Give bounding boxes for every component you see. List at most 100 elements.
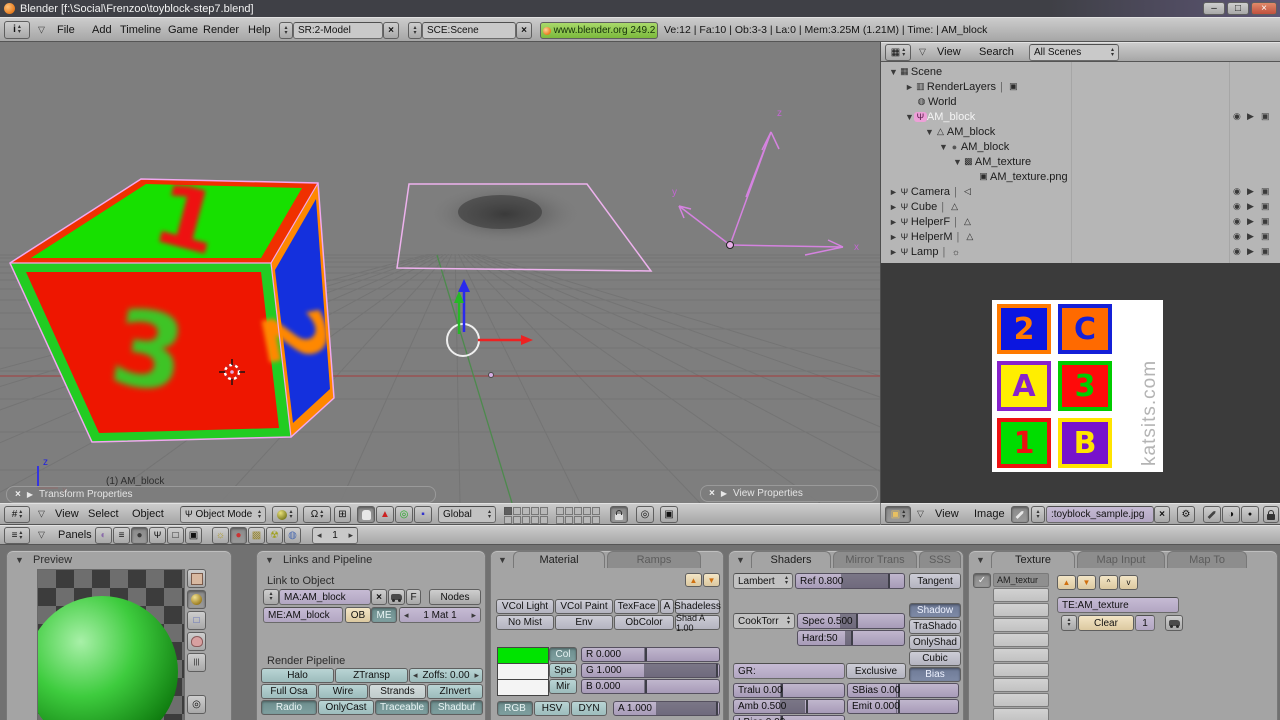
- expand-icon[interactable]: ▼: [939, 142, 948, 152]
- blender-org-button[interactable]: www.blender.org 249.2: [540, 22, 658, 39]
- preview-sphere-button[interactable]: [187, 590, 206, 609]
- collapse-icon[interactable]: ►: [889, 202, 898, 212]
- outliner-row-am-texture[interactable]: ▼ ▩ AM_texture: [881, 154, 1280, 169]
- proportional-edit-button[interactable]: ◎: [636, 506, 654, 523]
- col-button[interactable]: Col: [549, 647, 577, 662]
- collapse-icon[interactable]: ►: [889, 217, 898, 227]
- mode-dropdown[interactable]: Ψ Object Mode ▴▾: [180, 506, 266, 523]
- exclusive-button[interactable]: Exclusive: [846, 663, 906, 679]
- render-preview-button[interactable]: ▣: [660, 506, 678, 523]
- tralu-slider[interactable]: Tralu 0.00: [733, 683, 845, 698]
- lock-layers-button[interactable]: [610, 506, 628, 523]
- texture-paste-button[interactable]: ▼: [1077, 575, 1096, 590]
- scenes-filter-dropdown[interactable]: All Scenes ▴▾: [1029, 44, 1119, 61]
- image-editor-type-button[interactable]: ▣ ▴▾: [885, 506, 911, 523]
- close-button[interactable]: ×: [1251, 2, 1277, 15]
- menu-file[interactable]: File: [57, 24, 75, 36]
- scene-delete-button[interactable]: ×: [516, 22, 532, 39]
- image-editor[interactable]: 2 C A 3 1 B katsits.com: [881, 263, 1280, 503]
- preview-cube-button[interactable]: □: [187, 611, 206, 630]
- manipulator-scale-button[interactable]: ▪: [414, 506, 432, 523]
- menu-view[interactable]: View: [937, 46, 961, 58]
- vcol-light-button[interactable]: VCol Light: [496, 599, 554, 614]
- texture-subcontext-button[interactable]: ▩: [248, 527, 265, 544]
- preview-monkey-button[interactable]: [187, 632, 206, 651]
- image-name-field[interactable]: :toyblock_sample.jpg: [1046, 506, 1154, 523]
- onlyshad-button[interactable]: OnlyShad: [909, 635, 961, 650]
- no-mist-button[interactable]: No Mist: [496, 615, 554, 630]
- texture-slot-3[interactable]: [993, 603, 1049, 617]
- me-button[interactable]: ME: [371, 607, 397, 623]
- header-collapse-icon[interactable]: ▽: [919, 47, 926, 58]
- world-subcontext-button[interactable]: ◍: [284, 527, 301, 544]
- uv-lock-button[interactable]: [1263, 506, 1279, 523]
- eye-icon[interactable]: ◉: [1233, 246, 1241, 257]
- window-type-button[interactable]: i ▴▾: [4, 21, 30, 39]
- expand-icon[interactable]: ▼: [905, 112, 914, 122]
- layer-grid-left[interactable]: [504, 507, 548, 524]
- select-arrow-icon[interactable]: ▶: [1247, 216, 1254, 227]
- tab-ramps[interactable]: Ramps: [607, 551, 701, 568]
- preview-hair-button[interactable]: |||: [187, 653, 206, 672]
- render-icon[interactable]: ▣: [1261, 246, 1270, 257]
- texture-browse-button[interactable]: ▴▾: [1061, 615, 1077, 631]
- spec-slider[interactable]: Spec 0.500: [797, 613, 905, 629]
- full-osa-button[interactable]: Full Osa: [261, 684, 317, 699]
- viewport-type-button[interactable]: # ▴▾: [4, 506, 30, 523]
- texture-name-field[interactable]: TE:AM_texture: [1057, 597, 1179, 613]
- nodes-button[interactable]: Nodes: [429, 589, 481, 605]
- fake-user-button[interactable]: F: [406, 589, 421, 605]
- preview-osa-button[interactable]: ◎: [187, 695, 206, 714]
- menu-select[interactable]: Select: [88, 508, 119, 520]
- ob-button[interactable]: OB: [345, 607, 371, 623]
- expand-icon[interactable]: ▼: [889, 67, 898, 77]
- shadow-button[interactable]: Shadow: [909, 603, 961, 618]
- header-collapse-icon[interactable]: ▽: [38, 24, 45, 35]
- menu-help[interactable]: Help: [248, 24, 271, 36]
- outliner-row-helperm[interactable]: ► Ψ HelperM | △ ◉ ▶ ▣: [881, 229, 1280, 244]
- tab-texture[interactable]: Texture: [991, 551, 1075, 568]
- collapse-icon[interactable]: ►: [889, 232, 898, 242]
- cubic-button[interactable]: Cubic: [909, 651, 961, 666]
- menu-image[interactable]: Image: [974, 508, 1005, 520]
- radiosity-subcontext-button[interactable]: ☢: [266, 527, 283, 544]
- render-icon[interactable]: ▣: [1261, 231, 1270, 242]
- pivot-button[interactable]: Ω ▴▾: [303, 506, 331, 523]
- panel-close-icon[interactable]: ×: [709, 488, 715, 499]
- left-icon[interactable]: ◂: [317, 530, 322, 541]
- orientation-dropdown[interactable]: Global ▴▾: [438, 506, 496, 523]
- ref-slider[interactable]: Ref 0.800: [795, 573, 905, 589]
- image-delete-button[interactable]: ×: [1154, 506, 1170, 523]
- scene-browse-button[interactable]: ▴▾: [408, 22, 422, 39]
- draw-mode-button[interactable]: ▴▾: [272, 506, 298, 523]
- logic-context-button[interactable]: ◐: [95, 527, 112, 544]
- image-browse-button[interactable]: ▴▾: [1031, 506, 1045, 523]
- manipulator-translate-button[interactable]: ▲: [376, 506, 394, 523]
- halo-button[interactable]: Halo: [261, 668, 334, 683]
- outliner-row-scene[interactable]: ▼ ▦ Scene: [881, 64, 1280, 79]
- texture-copy-button[interactable]: ▲: [1057, 575, 1076, 590]
- eye-icon[interactable]: ◉: [1233, 186, 1241, 197]
- texture-slot-10[interactable]: [993, 708, 1049, 720]
- material-index-field[interactable]: ◂ 1 Mat 1 ▸: [399, 607, 481, 623]
- texture-slot-7[interactable]: [993, 663, 1049, 677]
- editing-context-button[interactable]: □: [167, 527, 184, 544]
- obcolor-button[interactable]: ObColor: [614, 615, 674, 630]
- copy-material-button[interactable]: ▲: [685, 573, 702, 587]
- manipulator-hand-button[interactable]: [357, 506, 375, 523]
- alpha-slider[interactable]: A 1.000: [613, 701, 720, 716]
- eye-icon[interactable]: ◉: [1233, 201, 1241, 212]
- tangent-button[interactable]: Tangent: [909, 573, 961, 589]
- ztransp-button[interactable]: ZTransp: [335, 668, 408, 683]
- render-icon[interactable]: ▣: [1261, 201, 1270, 212]
- menu-game[interactable]: Game: [168, 24, 198, 36]
- view-properties-panel[interactable]: × ▶ View Properties: [700, 485, 878, 502]
- material-delete-button[interactable]: ×: [371, 589, 387, 605]
- specular-color-swatch[interactable]: [497, 663, 549, 680]
- texture-slot-2[interactable]: [993, 588, 1049, 602]
- snap-button[interactable]: ⊞: [334, 506, 351, 523]
- diffuse-color-swatch[interactable]: [497, 647, 549, 664]
- manipulator-rotate-button[interactable]: ◎: [395, 506, 413, 523]
- tab-shaders[interactable]: Shaders: [751, 551, 831, 568]
- panel-collapse-icon[interactable]: ▼: [15, 555, 24, 565]
